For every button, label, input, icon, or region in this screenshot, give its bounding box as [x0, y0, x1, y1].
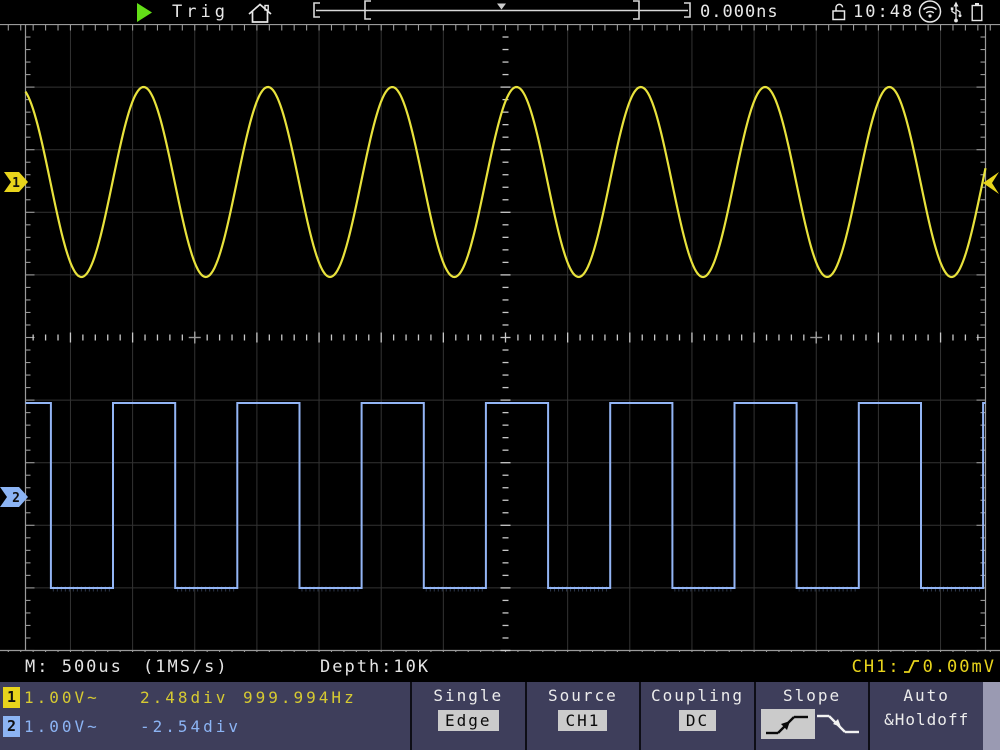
trigger-status-label: Trig: [172, 2, 229, 22]
rising-slope-option[interactable]: [761, 709, 815, 739]
ch1-trace: [26, 87, 986, 277]
ch1-frequency-readout: 999.994Hz: [243, 688, 357, 707]
svg-text:1: 1: [12, 176, 20, 191]
trigger-level-readout: CH1: 0.00mV: [852, 652, 996, 682]
menu-item-auto-holdoff[interactable]: Auto &Holdoff: [868, 682, 983, 750]
waveform-display: 12: [0, 24, 1000, 658]
depth-readout: Depth:10K: [320, 652, 430, 682]
timebase-readout: M: 500us: [25, 652, 123, 682]
top-status-bar: Trig 0.000ns 10:48: [0, 0, 1000, 24]
menu-label: Source: [548, 686, 618, 705]
ch2-position-readout: -2.54div: [140, 717, 241, 736]
ch1-position-readout: 2.48div: [140, 688, 228, 707]
bottom-menu-bar: 1 1.00V~ 2.48div 999.994Hz 2 1.00V~ -2.5…: [0, 682, 1000, 750]
unlock-icon[interactable]: [831, 2, 847, 22]
ch2-trace: [26, 403, 986, 588]
svg-text:2: 2: [12, 491, 20, 506]
menu-label: Single: [433, 686, 503, 705]
menu-value-holdoff: &Holdoff: [884, 710, 969, 729]
oscilloscope-screen: Trig 0.000ns 10:48: [0, 0, 1000, 750]
menu-label: Slope: [783, 686, 841, 705]
ch2-badge[interactable]: 2: [3, 716, 20, 737]
trigger-point-marker: [497, 4, 506, 10]
rising-edge-icon: [903, 657, 921, 677]
menu-label: Auto: [903, 686, 950, 705]
ch1-scale-readout: 1.00V~: [24, 688, 100, 707]
menu-item-slope[interactable]: Slope: [754, 682, 869, 750]
falling-slope-icon[interactable]: [815, 711, 863, 741]
ch2-scale-readout: 1.00V~: [24, 717, 100, 736]
menu-item-source[interactable]: Source CH1: [525, 682, 640, 750]
channel-info-panel: 1 1.00V~ 2.48div 999.994Hz 2 1.00V~ -2.5…: [0, 682, 410, 750]
usb-icon: [948, 1, 964, 23]
trigger-source-label: CH1:: [852, 652, 901, 682]
run-play-icon: [137, 3, 153, 22]
menu-value-edge[interactable]: Edge: [438, 710, 499, 731]
menu-label: Coupling: [651, 686, 744, 705]
slope-options: [761, 709, 863, 741]
ch1-info-row: 1 1.00V~ 2.48div 999.994Hz: [0, 687, 410, 709]
trigger-position-indicator: [300, 0, 700, 24]
menu-value-dc[interactable]: DC: [679, 710, 716, 731]
clock: 10:48: [853, 2, 914, 22]
wifi-icon[interactable]: [917, 0, 944, 24]
rising-slope-icon: [764, 711, 812, 737]
battery-icon: [971, 2, 984, 22]
menu-item-coupling[interactable]: Coupling DC: [639, 682, 754, 750]
ch2-info-row: 2 1.00V~ -2.54div: [0, 716, 410, 738]
softkey-menu: Single Edge Source CH1 Coupling DC Slope: [410, 682, 983, 750]
menu-edge-band: [983, 682, 1000, 750]
sample-rate-readout: (1MS/s): [143, 652, 229, 682]
ch1-badge[interactable]: 1: [3, 687, 20, 708]
trigger-level-value: 0.00mV: [923, 652, 996, 682]
acquisition-status-bar: M: 500us (1MS/s) Depth:10K CH1: 0.00mV: [0, 652, 1000, 682]
home-icon[interactable]: [246, 1, 274, 24]
menu-item-single[interactable]: Single Edge: [410, 682, 525, 750]
horizontal-offset-readout: 0.000ns: [700, 2, 779, 22]
menu-value-ch1[interactable]: CH1: [558, 710, 607, 731]
